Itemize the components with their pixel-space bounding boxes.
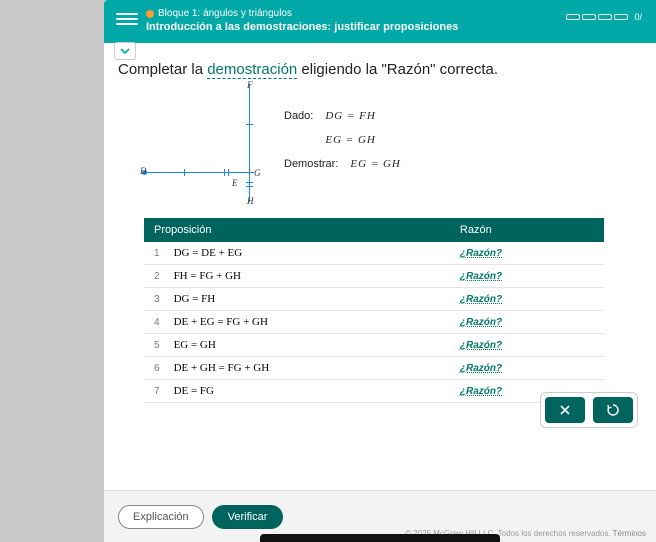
diagram-and-givens: D E F G H Dado: DG = FH Dado: EG = GH [144,84,642,204]
tick-eg-2 [228,169,229,176]
progress-seg [566,14,580,20]
proposition-cell: DG = FH [164,288,450,311]
breadcrumb: Bloque 1: ángulos y triángulos [146,8,458,19]
demostrar-label: Demostrar: [284,152,338,176]
undo-icon [606,403,620,417]
progress-indicator: 0/ [566,12,642,22]
verify-button[interactable]: Verificar [212,505,284,529]
row-number: 6 [144,357,164,380]
reason-link[interactable]: ¿Razón? [460,294,502,305]
prove-statement: EG = GH [350,152,400,176]
proof-table: Proposición Razón 1DG = DE + EG¿Razón?2F… [144,218,604,403]
bottom-handle [260,534,500,542]
menu-button[interactable] [116,10,138,28]
table-row: 4DE + EG = FG + GH ¿Razón? [144,311,604,334]
table-row: 2FH = FG + GH ¿Razón? [144,265,604,288]
action-toolbar [540,392,638,428]
clear-button[interactable] [545,397,585,423]
table-row: 5EG = GH ¿Razón? [144,334,604,357]
proposition-cell: DE = FG [164,380,450,403]
tick-gh-2 [246,186,253,187]
label-f: F [247,80,253,90]
prompt-text: Completar la demostración eligiendo la "… [118,61,642,78]
tick-de [184,169,185,176]
reason-link[interactable]: ¿Razón? [460,386,502,397]
undo-button[interactable] [593,397,633,423]
proposition-cell: FH = FG + GH [164,265,450,288]
progress-seg [598,14,612,20]
app-root: Bloque 1: ángulos y triángulos Introducc… [0,0,656,542]
col-razon: Razón [450,218,604,242]
proposition-cell: DG = DE + EG [164,242,450,265]
row-number: 4 [144,311,164,334]
reason-cell: ¿Razón? [450,265,604,288]
progress-seg [582,14,596,20]
reason-link[interactable]: ¿Razón? [460,317,502,328]
given-2: EG = GH [325,128,375,152]
geometry-diagram: D E F G H [144,84,264,204]
tick-fg [246,124,253,125]
close-icon [559,404,571,416]
terms-link[interactable]: Términos [613,529,646,538]
table-row: 6DE + GH = FG + GH ¿Razón? [144,357,604,380]
reason-cell: ¿Razón? [450,334,604,357]
main-panel: Bloque 1: ángulos y triángulos Introducc… [104,0,656,542]
content-area: Completar la demostración eligiendo la "… [104,43,656,490]
proposition-cell: DE + GH = FG + GH [164,357,450,380]
givens-block: Dado: DG = FH Dado: EG = GH Demostrar: E… [284,104,401,177]
row-number: 3 [144,288,164,311]
chevron-down-icon [120,46,130,56]
dado-label: Dado: [284,104,313,128]
reason-cell: ¿Razón? [450,288,604,311]
reason-link[interactable]: ¿Razón? [460,271,502,282]
table-row: 1DG = DE + EG ¿Razón? [144,242,604,265]
prompt-pre: Completar la [118,61,207,78]
row-number: 1 [144,242,164,265]
table-row: 7DE = FG ¿Razón? [144,380,604,403]
segment-dg [144,172,254,173]
label-d: D [140,166,147,176]
progress-label: 0/ [634,12,642,22]
demostracion-link[interactable]: demostración [207,61,297,79]
segment-fh [249,84,250,202]
col-proposicion: Proposición [144,218,450,242]
tick-eg-1 [224,169,225,176]
row-number: 7 [144,380,164,403]
progress-seg [614,14,628,20]
tick-gh-1 [246,182,253,183]
row-number: 5 [144,334,164,357]
proposition-cell: EG = GH [164,334,450,357]
proposition-cell: DE + EG = FG + GH [164,311,450,334]
reason-link[interactable]: ¿Razón? [460,363,502,374]
reason-link[interactable]: ¿Razón? [460,248,502,259]
explanation-button[interactable]: Explicación [118,505,204,529]
table-row: 3DG = FH ¿Razón? [144,288,604,311]
header-text: Bloque 1: ángulos y triángulos Introducc… [146,8,458,33]
reason-cell: ¿Razón? [450,357,604,380]
row-number: 2 [144,265,164,288]
collapse-toggle[interactable] [114,42,136,60]
reason-cell: ¿Razón? [450,311,604,334]
label-g: G [254,168,261,178]
prompt-post: eligiendo la "Razón" correcta. [297,61,498,78]
reason-link[interactable]: ¿Razón? [460,340,502,351]
given-1: DG = FH [325,104,375,128]
page-title: Introducción a las demostraciones: justi… [146,21,458,33]
breadcrumb-label: Bloque 1: ángulos y triángulos [158,8,292,19]
header: Bloque 1: ángulos y triángulos Introducc… [104,0,656,43]
label-e: E [232,178,238,188]
status-dot-icon [146,10,154,18]
label-h: H [247,196,254,206]
reason-cell: ¿Razón? [450,242,604,265]
